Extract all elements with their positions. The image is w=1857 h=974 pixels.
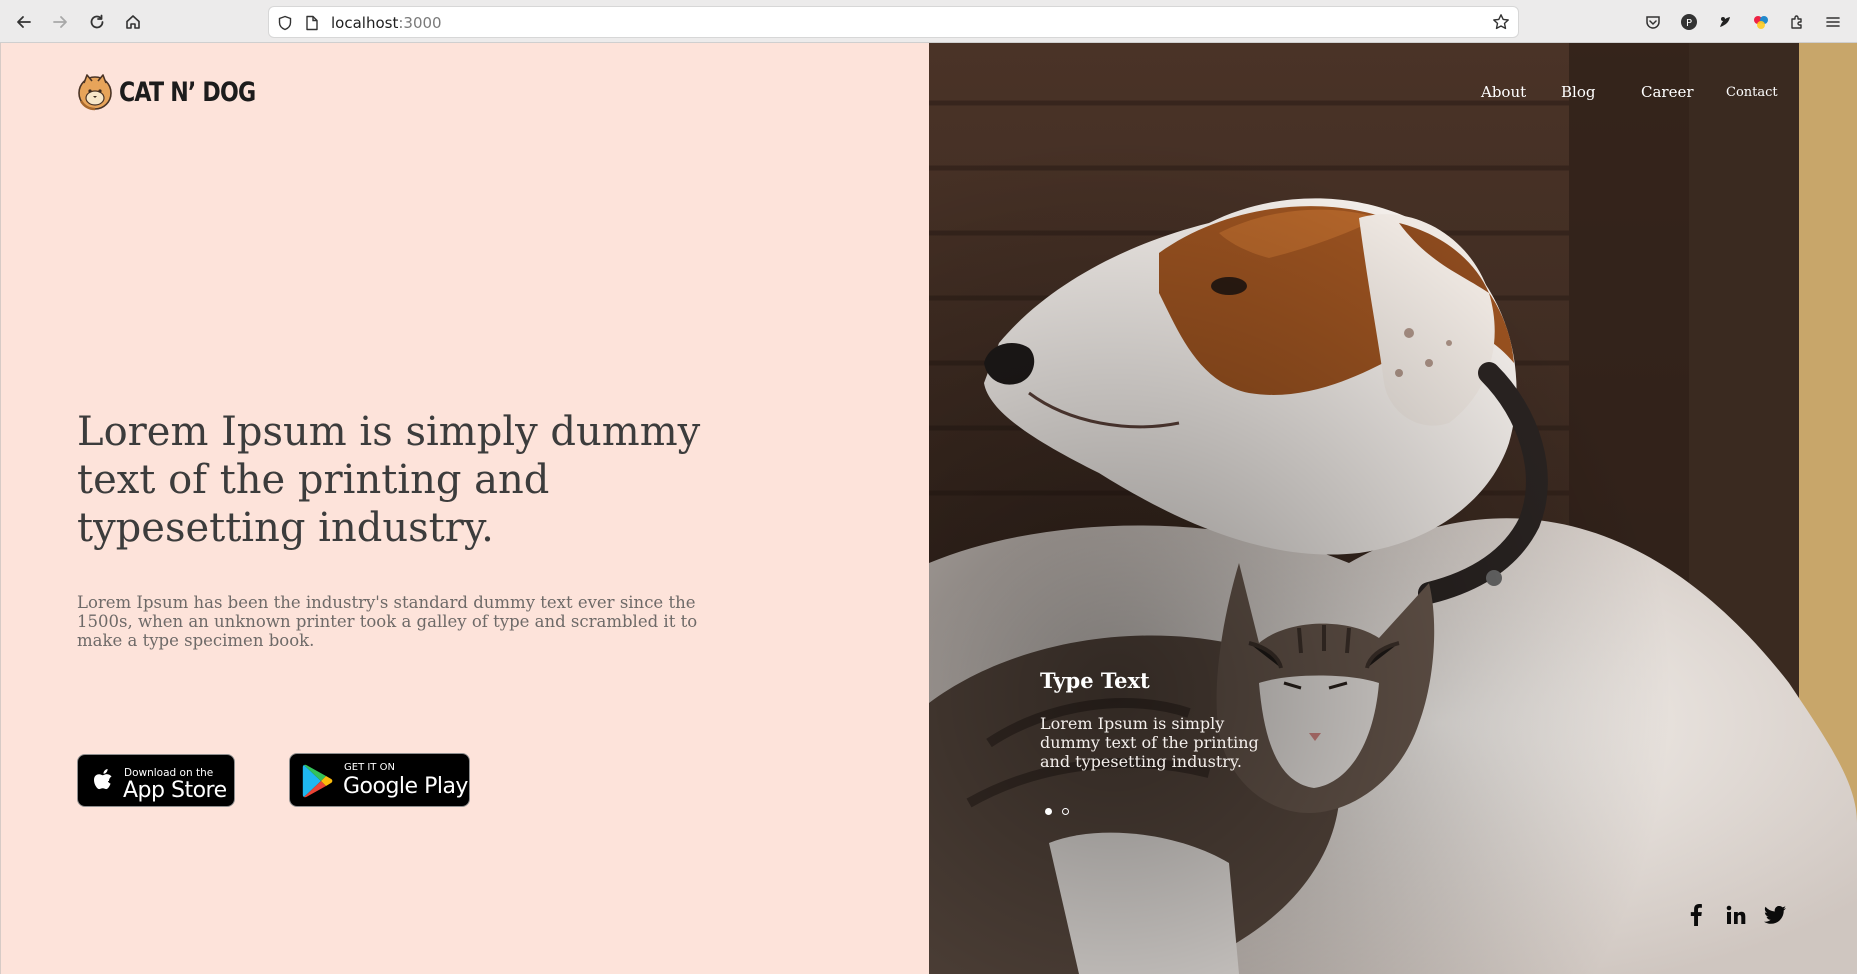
shield-icon: [278, 15, 292, 31]
app-store-button[interactable]: Download on the App Store: [77, 754, 235, 807]
carousel-dot-active[interactable]: [1045, 808, 1052, 815]
puzzle-icon[interactable]: [1787, 12, 1807, 32]
nav-about[interactable]: About: [1481, 83, 1526, 101]
page-icon: [306, 15, 318, 31]
arrow-left-icon: [17, 16, 31, 28]
pocket-icon[interactable]: [1643, 12, 1663, 32]
linkedin-icon[interactable]: [1724, 903, 1748, 927]
browser-toolbar: localhost:3000 P: [0, 0, 1857, 43]
hero-left-pane: CAT N’ DOG Lorem Ipsum is simply dummy t…: [0, 43, 929, 974]
profile-icon[interactable]: P: [1679, 12, 1699, 32]
facebook-icon[interactable]: [1684, 903, 1708, 927]
home-button[interactable]: [121, 10, 145, 34]
reload-icon: [90, 14, 104, 29]
url-text: localhost:3000: [331, 14, 442, 32]
app-store-big-label: App Store: [123, 778, 227, 803]
apple-icon: [94, 769, 112, 790]
brand-logo[interactable]: CAT N’ DOG: [77, 71, 285, 113]
star-icon[interactable]: [1492, 13, 1510, 31]
back-button[interactable]: [12, 10, 36, 34]
forward-button[interactable]: [48, 10, 72, 34]
brand-name: CAT N’ DOG: [119, 76, 256, 108]
menu-icon[interactable]: [1823, 12, 1843, 32]
carousel-dot[interactable]: [1062, 808, 1069, 815]
google-play-small-label: GET IT ON: [344, 762, 395, 773]
hero-headline: Lorem Ipsum is simply dummy text of the …: [77, 409, 701, 551]
nav-blog[interactable]: Blog: [1561, 83, 1595, 101]
nav-career[interactable]: Career: [1641, 83, 1694, 101]
nav-contact[interactable]: Contact: [1726, 85, 1778, 100]
hero-subtext: Lorem Ipsum has been the industry's stan…: [77, 593, 698, 650]
arrow-right-icon: [53, 16, 67, 28]
home-icon: [126, 15, 140, 29]
google-play-big-label: Google Play: [343, 774, 468, 799]
color-extension-icon[interactable]: [1751, 12, 1771, 32]
extension-icon[interactable]: [1715, 12, 1735, 32]
hero-image-pane: About Blog Career Contact Type Text Lore…: [929, 43, 1857, 974]
cat-dog-logo-icon: [78, 74, 112, 111]
svg-text:P: P: [1686, 18, 1692, 29]
reload-button[interactable]: [85, 10, 109, 34]
url-bar[interactable]: localhost:3000: [268, 6, 1519, 38]
google-play-button[interactable]: GET IT ON Google Play: [289, 753, 470, 807]
slide-text: Lorem Ipsum is simply dummy text of the …: [1040, 714, 1259, 771]
twitter-icon[interactable]: [1763, 903, 1787, 927]
google-play-icon: [302, 764, 333, 798]
slide-title: Type Text: [1040, 668, 1150, 693]
dog-and-cat-photo: [929, 43, 1857, 974]
